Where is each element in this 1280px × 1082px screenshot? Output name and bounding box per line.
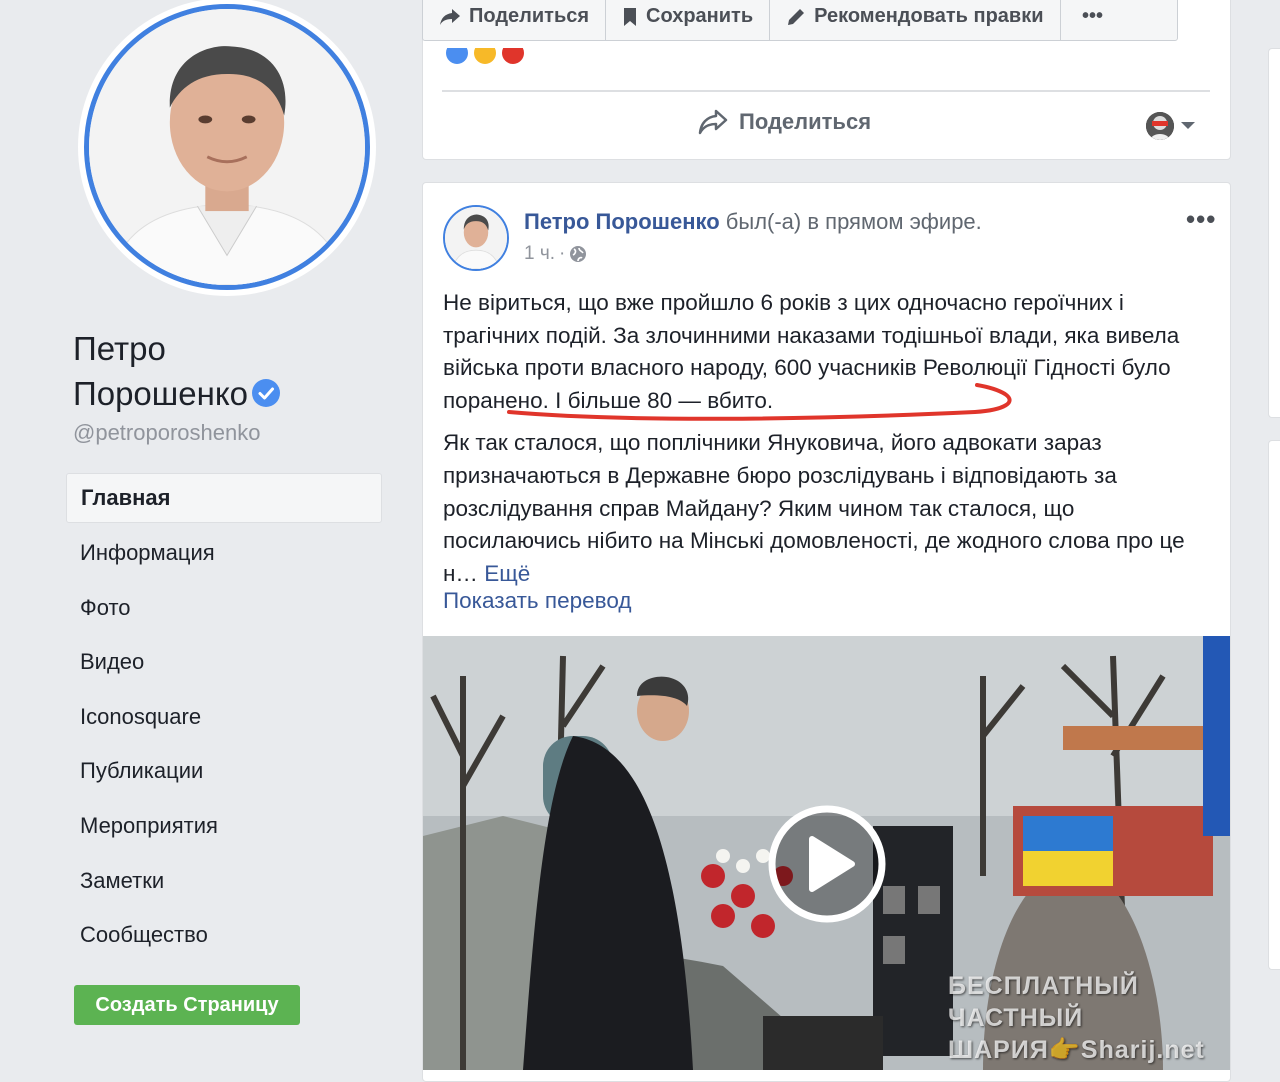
profile-picture[interactable] bbox=[78, 0, 376, 296]
page-title-line1: Петро bbox=[73, 330, 166, 367]
nav-item-videos[interactable]: Видео bbox=[66, 636, 382, 691]
nav-item-community[interactable]: Сообщество bbox=[66, 909, 382, 964]
play-button-icon[interactable] bbox=[767, 804, 887, 924]
post-meta: 1 ч. · bbox=[524, 243, 587, 265]
reactions-row[interactable] bbox=[442, 48, 1202, 68]
love-reaction-icon bbox=[500, 48, 526, 66]
post-action-text: был(-а) в прямом эфире. bbox=[719, 209, 982, 234]
profile-picture-ring bbox=[84, 4, 370, 290]
right-panel-edge bbox=[1268, 440, 1280, 970]
page-title[interactable]: Петро Порошенко bbox=[73, 326, 280, 416]
caret-down-icon bbox=[1181, 122, 1195, 129]
post-body: Не віриться, що вже пройшло 6 років з ци… bbox=[443, 287, 1203, 590]
page-handle[interactable]: @petroporoshenko bbox=[73, 420, 260, 446]
bookmark-icon bbox=[624, 7, 637, 26]
nav-item-about[interactable]: Информация bbox=[66, 527, 382, 582]
nav-item-home[interactable]: Главная bbox=[66, 473, 382, 523]
suggest-edits-button[interactable]: Рекомендовать правки bbox=[770, 0, 1061, 40]
post-author-avatar[interactable] bbox=[443, 205, 509, 271]
share-page-label: Поделиться bbox=[469, 5, 590, 27]
watermark-text: БЕСПЛАТНЫЙ ЧАСТНЫЙ ШАРИЯ👉Sharij.net bbox=[948, 970, 1280, 1066]
share-page-button[interactable]: Поделиться bbox=[423, 0, 607, 40]
page-title-line2: Порошенко bbox=[73, 375, 248, 412]
see-translation-link[interactable]: Показать перевод bbox=[443, 588, 631, 614]
right-panel-edge bbox=[1268, 48, 1280, 418]
nav-item-photos[interactable]: Фото bbox=[66, 582, 382, 637]
like-reaction-icon bbox=[444, 48, 470, 66]
nav-item-posts[interactable]: Публикации bbox=[66, 745, 382, 800]
verified-badge-icon bbox=[252, 379, 280, 408]
see-more-link[interactable]: Ещё bbox=[484, 561, 530, 586]
watermark-line2: ШАРИЯ👉Sharij.net bbox=[948, 1036, 1205, 1064]
globe-icon[interactable] bbox=[569, 245, 587, 263]
page-nav: Главная Информация Фото Видео Iconosquar… bbox=[66, 473, 382, 964]
save-page-label: Сохранить bbox=[646, 5, 754, 27]
nav-item-notes[interactable]: Заметки bbox=[66, 855, 382, 910]
post-header: Петро Порошенко был(-а) в прямом эфире. bbox=[524, 209, 982, 235]
wow-reaction-icon bbox=[472, 48, 498, 66]
pencil-icon bbox=[788, 8, 805, 25]
red-underline-annotation bbox=[507, 383, 1012, 421]
share-post-button[interactable]: Поделиться bbox=[697, 108, 871, 136]
share-arrow-icon bbox=[440, 8, 460, 25]
share-post-label: Поделиться bbox=[739, 109, 872, 134]
divider bbox=[442, 90, 1210, 92]
create-page-button[interactable]: Создать Страницу bbox=[74, 985, 300, 1025]
post-options-button[interactable]: ••• bbox=[1186, 204, 1216, 235]
watermark-line1: БЕСПЛАТНЫЙ ЧАСТНЫЙ bbox=[948, 972, 1139, 1032]
post-paragraph: Як так сталося, що поплічники Януковича,… bbox=[443, 430, 1185, 586]
post-author-link[interactable]: Петро Порошенко bbox=[524, 209, 720, 234]
avatar bbox=[1146, 112, 1174, 140]
nav-item-events[interactable]: Мероприятия bbox=[66, 800, 382, 855]
share-arrow-icon bbox=[698, 109, 728, 135]
post-as-selector[interactable] bbox=[1146, 112, 1196, 140]
save-page-button[interactable]: Сохранить bbox=[606, 0, 771, 40]
nav-item-iconosquare[interactable]: Iconosquare bbox=[66, 691, 382, 746]
profile-photo bbox=[89, 9, 365, 285]
post-timestamp[interactable]: 1 ч. bbox=[524, 243, 555, 265]
suggest-edits-label: Рекомендовать правки bbox=[814, 5, 1044, 27]
page-action-bar: Поделиться Сохранить Рекомендовать правк… bbox=[422, 0, 1178, 41]
more-options-button[interactable]: ••• bbox=[1061, 0, 1125, 40]
page-sidebar: Петро Порошенко @petroporoshenko Главная… bbox=[0, 0, 400, 1070]
